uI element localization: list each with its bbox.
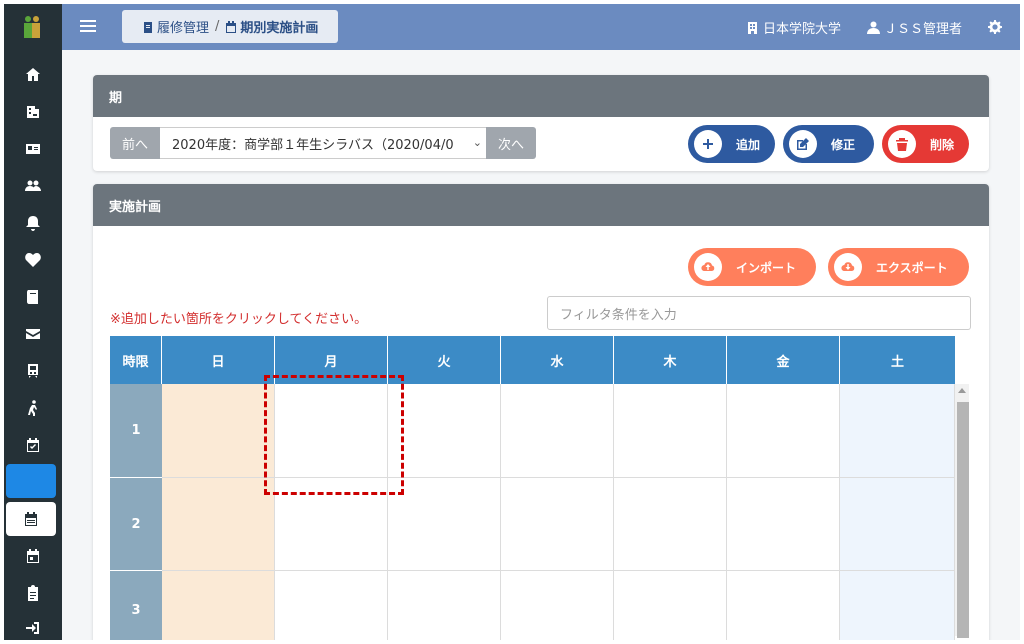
train-icon[interactable] [4, 352, 62, 389]
plus-icon [694, 130, 722, 158]
app-logo[interactable] [4, 4, 62, 50]
book-icon[interactable] [4, 278, 62, 315]
gear-icon [988, 20, 1002, 34]
cloud-download-icon [834, 253, 862, 281]
header-friday: 金 [727, 336, 840, 384]
calendar-alt-icon[interactable] [6, 502, 56, 536]
header-wednesday: 水 [501, 336, 614, 384]
header-tuesday: 火 [388, 336, 501, 384]
walking-icon[interactable] [4, 389, 62, 426]
cell-tue-2[interactable] [388, 478, 501, 571]
edit-icon [789, 130, 817, 158]
period-label-3: 3 [110, 571, 162, 640]
cloud-upload-icon [694, 253, 722, 281]
calendar-check-icon[interactable] [4, 426, 62, 463]
cell-sat-1[interactable] [840, 384, 955, 478]
export-button[interactable]: エクスポート [828, 248, 969, 286]
breadcrumb-parent[interactable]: 履修管理 [157, 17, 209, 36]
cell-sun-2[interactable] [162, 478, 275, 571]
user-icon [866, 21, 880, 34]
cell-sun-3[interactable] [162, 571, 275, 640]
calendar-icon [226, 20, 237, 33]
cell-fri-3[interactable] [727, 571, 840, 640]
clipboard-icon[interactable] [4, 574, 62, 611]
user-info[interactable]: ＪＳＳ管理者 [866, 18, 962, 37]
building-icon [747, 21, 757, 34]
cell-fri-2[interactable] [727, 478, 840, 571]
cell-tue-3[interactable] [388, 571, 501, 640]
period-select-value: 2020年度：商学部１年生シラバス（2020/04/0 [172, 137, 454, 153]
app-frame: 履修管理 / 期別実施計画 日本学院大学 ＪＳＳ管理者 期 前へ 2020年度：… [4, 4, 1020, 640]
cell-mon-3[interactable] [275, 571, 388, 640]
delete-button-label: 削除 [930, 137, 955, 152]
add-button-label: 追加 [736, 137, 761, 152]
period-panel: 期 前へ 2020年度：商学部１年生シラバス（2020/04/0 ⌄ 次へ 追加… [93, 75, 989, 171]
header-right: 日本学院大学 ＪＳＳ管理者 [720, 4, 1006, 50]
sidebar [4, 4, 62, 640]
sidebar-highlight-item[interactable] [6, 464, 56, 498]
home-icon[interactable] [4, 56, 62, 93]
export-button-label: エクスポート [876, 260, 948, 275]
calendar-icon[interactable] [4, 537, 62, 574]
edit-button[interactable]: 修正 [783, 125, 874, 163]
plan-panel: 実施計画 インポート エクスポート ※追加したい箇所をクリックしてください。 フ… [93, 184, 989, 640]
header-saturday: 土 [840, 336, 955, 384]
breadcrumb: 履修管理 / 期別実施計画 [122, 10, 339, 43]
cell-thu-3[interactable] [614, 571, 727, 640]
header-sunday: 日 [162, 336, 275, 384]
settings-button[interactable] [988, 20, 1006, 34]
add-button[interactable]: 追加 [688, 125, 775, 163]
top-header: 履修管理 / 期別実施計画 日本学院大学 ＪＳＳ管理者 [62, 4, 1020, 50]
scroll-up-icon[interactable] [958, 388, 966, 393]
import-button-label: インポート [736, 260, 797, 275]
next-button[interactable]: 次へ [486, 127, 536, 159]
heartbeat-icon[interactable] [4, 241, 62, 278]
cell-sun-1[interactable] [162, 384, 275, 478]
prev-button[interactable]: 前へ [110, 127, 160, 159]
filter-input[interactable]: フィルタ条件を入力 [547, 296, 971, 330]
period-select[interactable]: 2020年度：商学部１年生シラバス（2020/04/0 ⌄ [160, 127, 486, 159]
scrollbar-thumb[interactable] [957, 402, 969, 638]
clipboard-icon [144, 21, 152, 33]
cell-sat-3[interactable] [840, 571, 955, 640]
cell-mon-2[interactable] [275, 478, 388, 571]
period-panel-title: 期 [93, 75, 989, 117]
cell-fri-1[interactable] [727, 384, 840, 478]
breadcrumb-current: 期別実施計画 [240, 21, 319, 36]
import-button[interactable]: インポート [688, 248, 816, 286]
cell-mon-1[interactable] [275, 384, 388, 478]
cell-thu-2[interactable] [614, 478, 727, 571]
cell-thu-1[interactable] [614, 384, 727, 478]
delete-button[interactable]: 削除 [882, 125, 969, 163]
table-scrollbar[interactable] [955, 384, 969, 638]
users-icon[interactable] [4, 167, 62, 204]
cell-wed-3[interactable] [501, 571, 614, 640]
cell-sat-2[interactable] [840, 478, 955, 571]
period-selector: 前へ 2020年度：商学部１年生シラバス（2020/04/0 ⌄ 次へ [110, 127, 536, 159]
period-label-2: 2 [110, 478, 162, 571]
university-name: 日本学院大学 [762, 21, 841, 37]
building-icon[interactable] [4, 93, 62, 130]
edit-button-label: 修正 [831, 137, 856, 152]
header-thursday: 木 [614, 336, 727, 384]
plan-panel-title: 実施計画 [93, 184, 989, 226]
bell-icon[interactable] [4, 204, 62, 241]
sign-in-icon[interactable] [4, 609, 62, 640]
header-period: 時限 [110, 336, 162, 384]
breadcrumb-separator: / [215, 19, 220, 34]
cell-tue-1[interactable] [388, 384, 501, 478]
header-monday: 月 [275, 336, 388, 384]
instruction-hint: ※追加したい箇所をクリックしてください。 [110, 312, 368, 327]
cell-wed-2[interactable] [501, 478, 614, 571]
university-info: 日本学院大学 [746, 18, 841, 37]
envelope-icon[interactable] [4, 315, 62, 352]
user-name: ＪＳＳ管理者 [883, 21, 962, 37]
trash-icon [888, 130, 916, 158]
cell-wed-1[interactable] [501, 384, 614, 478]
hamburger-menu-button[interactable] [80, 17, 96, 37]
chevron-down-icon: ⌄ [470, 136, 482, 149]
id-card-icon[interactable] [4, 130, 62, 167]
period-label-1: 1 [110, 384, 162, 478]
